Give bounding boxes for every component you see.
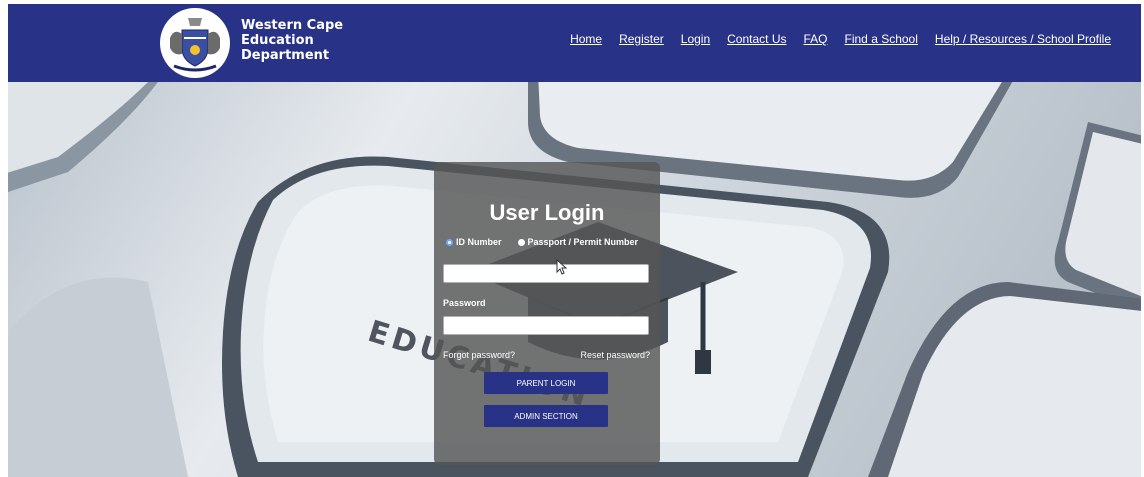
password-label: Password: [443, 298, 486, 308]
brand-line-2: Education: [241, 33, 314, 48]
brand-line-3: Department: [241, 48, 330, 63]
nav-faq[interactable]: FAQ: [804, 32, 828, 46]
password-links: Forgot password? Reset password?: [443, 350, 650, 360]
nav-home[interactable]: Home: [570, 32, 602, 46]
brand-line-1: Western Cape: [241, 18, 344, 33]
coat-of-arms-icon: [160, 8, 230, 78]
radio-id-number[interactable]: [446, 238, 453, 246]
top-header: Western Cape Education Department Home R…: [8, 4, 1141, 82]
brand-name: Western Cape Education Department: [241, 18, 343, 63]
main-nav: Home Register Login Contact Us FAQ Find …: [570, 32, 1111, 46]
radio-passport[interactable]: [517, 238, 525, 246]
nav-contact-us[interactable]: Contact Us: [727, 32, 786, 46]
id-number-input[interactable]: [443, 264, 649, 283]
radio-passport-label: Passport / Permit Number: [527, 237, 639, 247]
radio-id-number-label: ID Number: [456, 237, 502, 247]
nav-register[interactable]: Register: [619, 32, 664, 46]
reset-password-link[interactable]: Reset password?: [580, 350, 650, 360]
admin-section-button[interactable]: ADMIN SECTION: [484, 405, 608, 427]
nav-help-resources[interactable]: Help / Resources / School Profile: [935, 32, 1111, 46]
login-title: User Login: [489, 200, 605, 225]
id-type-selector: ID Number Passport / Permit Number: [446, 237, 638, 247]
password-input[interactable]: [443, 316, 649, 335]
forgot-password-link[interactable]: Forgot password?: [443, 350, 515, 360]
parent-login-button[interactable]: PARENT LOGIN: [484, 372, 608, 394]
login-card: User Login ID Number Passport / Permit N…: [434, 162, 660, 465]
mouse-cursor-icon: [556, 259, 568, 275]
nav-find-a-school[interactable]: Find a School: [845, 32, 918, 46]
nav-login[interactable]: Login: [681, 32, 710, 46]
